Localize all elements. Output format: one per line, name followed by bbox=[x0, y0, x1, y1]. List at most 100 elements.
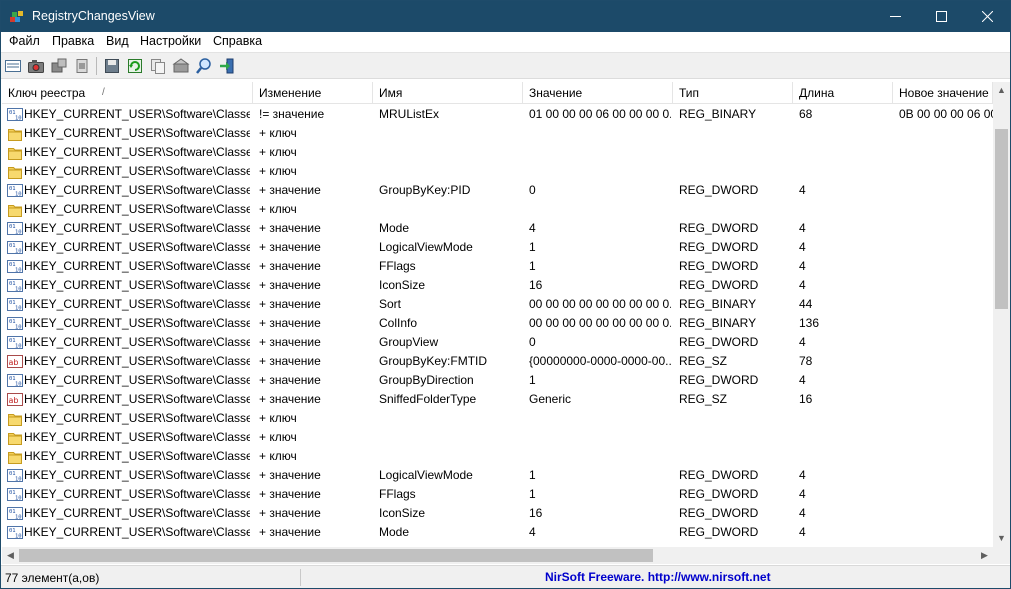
refresh-icon[interactable] bbox=[126, 57, 144, 75]
status-bar: 77 элемент(а,ов) NirSoft Freeware. http:… bbox=[1, 565, 1010, 588]
nirsoft-link[interactable]: NirSoft Freeware. http://www.nirsoft.net bbox=[545, 570, 771, 584]
cell-key: HKEY_CURRENT_USER\Software\Classes\... bbox=[24, 126, 250, 140]
binary-value-icon: 0110 bbox=[7, 374, 23, 388]
column-header-value[interactable]: Значение bbox=[523, 82, 673, 104]
column-header-change[interactable]: Изменение bbox=[253, 82, 373, 104]
maximize-button[interactable] bbox=[918, 1, 964, 32]
cell-length bbox=[799, 409, 891, 428]
table-row[interactable]: 01 10 HKEY_CURRENT_USER\Software\Classes\.… bbox=[2, 333, 993, 352]
table-row[interactable]: 01 10 HKEY_CURRENT_USER\Software\Classes\.… bbox=[2, 485, 993, 504]
cell-value bbox=[529, 428, 671, 447]
svg-text:ab: ab bbox=[9, 396, 19, 405]
cell-key: HKEY_CURRENT_USER\Software\Classes\... bbox=[24, 430, 250, 444]
copy-document-icon[interactable] bbox=[73, 57, 91, 75]
cell-new-value: 0B 00 00 00 06 00 0 bbox=[899, 107, 993, 121]
compare-snapshot-icon[interactable] bbox=[50, 57, 68, 75]
folder-icon bbox=[8, 414, 22, 426]
cell-new-value bbox=[899, 200, 993, 219]
menu-file[interactable]: Файл bbox=[9, 34, 40, 48]
cell-length bbox=[799, 428, 891, 447]
table-row[interactable]: 01 10 HKEY_CURRENT_USER\Software\Classes\.… bbox=[2, 466, 993, 485]
cell-key: HKEY_CURRENT_USER\Software\Classes\... bbox=[24, 221, 250, 235]
binary-value-icon: 0110 bbox=[7, 108, 23, 122]
cell-key: HKEY_CURRENT_USER\Software\Classes\... bbox=[24, 183, 250, 197]
exit-icon[interactable] bbox=[218, 57, 236, 75]
cell-value bbox=[529, 200, 671, 219]
table-row[interactable]: HKEY_CURRENT_USER\Software\Classes\... + … bbox=[2, 428, 993, 447]
changes-list[interactable]: Ключ реестра / Изменение Имя Значение Ти… bbox=[2, 82, 993, 547]
cell-length: 78 bbox=[799, 354, 813, 368]
cell-new-value bbox=[899, 485, 993, 504]
cell-change: + ключ bbox=[259, 145, 297, 159]
table-row[interactable]: 01 10 HKEY_CURRENT_USER\Software\Classes\.… bbox=[2, 523, 993, 542]
column-header-new-value[interactable]: Новое значение bbox=[893, 82, 993, 104]
column-header-name[interactable]: Имя bbox=[373, 82, 523, 104]
save-icon[interactable] bbox=[103, 57, 121, 75]
table-row[interactable]: 01 10 HKEY_CURRENT_USER\Software\Classes\.… bbox=[2, 504, 993, 523]
table-row[interactable]: 01 10 HKEY_CURRENT_USER\Software\Classes\.… bbox=[2, 181, 993, 200]
table-row[interactable]: 01 10 HKEY_CURRENT_USER\Software\Classes\.… bbox=[2, 295, 993, 314]
table-row[interactable]: HKEY_CURRENT_USER\Software\Classes\... + … bbox=[2, 200, 993, 219]
horizontal-scrollbar[interactable]: ◀ ▶ bbox=[2, 547, 993, 564]
copy-icon[interactable] bbox=[149, 57, 167, 75]
find-icon[interactable] bbox=[195, 57, 213, 75]
table-row[interactable]: HKEY_CURRENT_USER\Software\Classes\... + … bbox=[2, 162, 993, 181]
table-row[interactable]: 01 10 HKEY_CURRENT_USER\Software\Classes\.… bbox=[2, 314, 993, 333]
cell-new-value bbox=[899, 295, 993, 314]
cell-value: 1 bbox=[529, 259, 536, 273]
binary-value-icon: 0110 bbox=[7, 488, 23, 502]
menu-edit[interactable]: Правка bbox=[52, 34, 94, 48]
column-header-length[interactable]: Длина bbox=[793, 82, 893, 104]
table-row[interactable]: 01 10 HKEY_CURRENT_USER\Software\Classes\.… bbox=[2, 276, 993, 295]
menu-options[interactable]: Настройки bbox=[140, 34, 201, 48]
column-header-key[interactable]: Ключ реестра / bbox=[2, 82, 253, 104]
table-row[interactable]: HKEY_CURRENT_USER\Software\Classes\... + … bbox=[2, 124, 993, 143]
table-row[interactable]: ab HKEY_CURRENT_USER\Software\Classes\...… bbox=[2, 352, 993, 371]
table-row[interactable]: 01 10 HKEY_CURRENT_USER\Software\Classes\.… bbox=[2, 257, 993, 276]
properties-icon[interactable] bbox=[172, 57, 190, 75]
minimize-button[interactable] bbox=[872, 1, 918, 32]
table-row[interactable]: HKEY_CURRENT_USER\Software\Classes\... + … bbox=[2, 143, 993, 162]
cell-change: + ключ bbox=[259, 164, 297, 178]
column-header-type[interactable]: Тип bbox=[673, 82, 793, 104]
cell-name: IconSize bbox=[379, 506, 426, 520]
string-value-icon: ab bbox=[7, 393, 23, 406]
cell-name bbox=[379, 200, 521, 219]
scroll-right-arrow[interactable]: ▶ bbox=[976, 547, 993, 564]
menu-view[interactable]: Вид bbox=[106, 34, 129, 48]
vertical-scrollbar[interactable]: ▲ ▼ bbox=[993, 82, 1010, 547]
svg-text:10: 10 bbox=[15, 268, 22, 274]
cell-value: 16 bbox=[529, 506, 543, 520]
table-row[interactable]: HKEY_CURRENT_USER\Software\Classes\... + … bbox=[2, 447, 993, 466]
table-row[interactable]: 01 10 HKEY_CURRENT_USER\Software\Classes\.… bbox=[2, 238, 993, 257]
svg-text:10: 10 bbox=[15, 306, 22, 312]
svg-text:10: 10 bbox=[15, 325, 22, 331]
svg-text:10: 10 bbox=[15, 192, 22, 198]
cell-new-value bbox=[899, 181, 993, 200]
vertical-scroll-thumb[interactable] bbox=[995, 129, 1008, 309]
camera-snapshot-icon[interactable] bbox=[27, 57, 45, 75]
horizontal-scroll-thumb[interactable] bbox=[19, 549, 653, 562]
cell-new-value bbox=[899, 504, 993, 523]
scroll-left-arrow[interactable]: ◀ bbox=[2, 547, 19, 564]
close-button[interactable] bbox=[964, 1, 1010, 32]
cell-type: REG_SZ bbox=[679, 392, 728, 406]
svg-text:10: 10 bbox=[15, 382, 22, 388]
cell-value: 0 bbox=[529, 335, 536, 349]
cell-new-value bbox=[899, 238, 993, 257]
menu-help[interactable]: Справка bbox=[213, 34, 262, 48]
title-bar[interactable]: RegistryChangesView bbox=[1, 1, 1010, 32]
html-report-icon[interactable] bbox=[4, 57, 22, 75]
binary-value-icon: 0110 bbox=[7, 317, 23, 331]
table-row[interactable]: 01 10 HKEY_CURRENT_USER\Software\Classes\.… bbox=[2, 371, 993, 390]
svg-text:10: 10 bbox=[15, 534, 22, 540]
cell-key: HKEY_CURRENT_USER\Software\Classes\... bbox=[24, 259, 250, 273]
string-value-icon: ab bbox=[7, 355, 23, 368]
table-row[interactable]: 01 10 HKEY_CURRENT_USER\Software\Classes\.… bbox=[2, 105, 993, 124]
table-row[interactable]: HKEY_CURRENT_USER\Software\Classes\... + … bbox=[2, 409, 993, 428]
table-row[interactable]: ab HKEY_CURRENT_USER\Software\Classes\...… bbox=[2, 390, 993, 409]
table-row[interactable]: 01 10 HKEY_CURRENT_USER\Software\Classes\.… bbox=[2, 219, 993, 238]
scroll-up-arrow[interactable]: ▲ bbox=[993, 82, 1010, 99]
cell-key: HKEY_CURRENT_USER\Software\Classes\... bbox=[24, 506, 250, 520]
scroll-down-arrow[interactable]: ▼ bbox=[993, 530, 1010, 547]
